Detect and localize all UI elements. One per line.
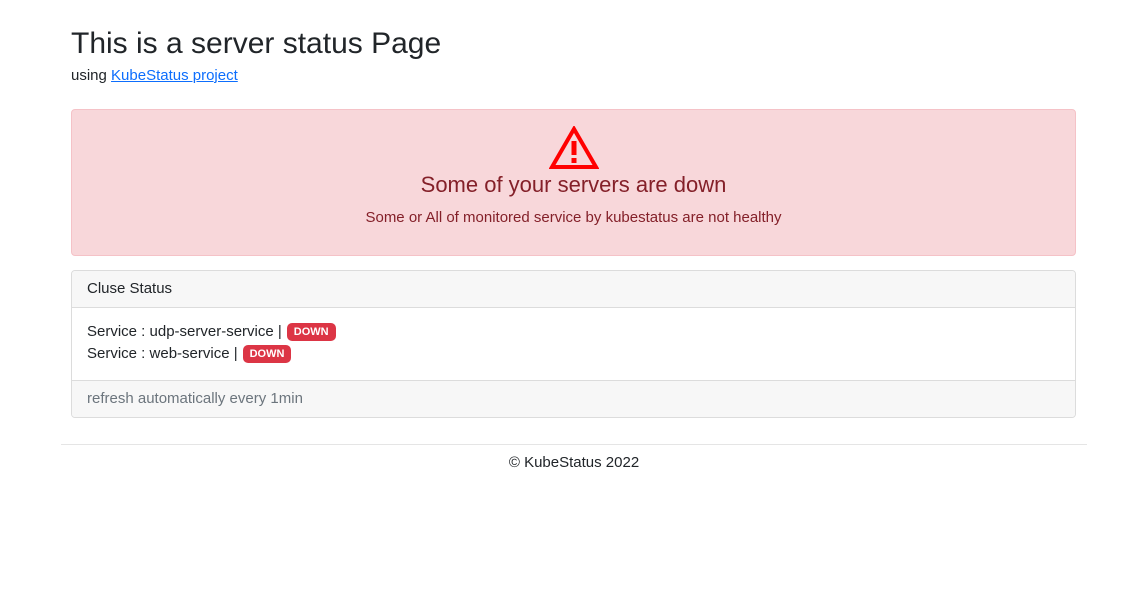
cluster-status-card: Cluse Status Service : udp-server-servic… (71, 270, 1076, 418)
page-footer: © KubeStatus 2022 (61, 444, 1087, 473)
card-header: Cluse Status (72, 271, 1075, 308)
warning-triangle-icon (548, 126, 599, 169)
service-row: Service : web-service | DOWN (87, 343, 1060, 365)
service-label: Service : udp-server-service | (87, 323, 282, 340)
subtitle-prefix: using (71, 67, 107, 84)
kubestatus-project-link[interactable]: KubeStatus project (111, 67, 238, 84)
subtitle: using KubeStatus project (71, 66, 1076, 86)
status-badge: DOWN (286, 323, 336, 341)
servers-down-alert: Some of your servers are down Some or Al… (71, 109, 1076, 256)
copyright-text: © KubeStatus 2022 (508, 454, 640, 471)
alert-heading: Some of your servers are down (420, 172, 727, 197)
service-label: Service : web-service | (87, 345, 238, 362)
card-body: Service : udp-server-service | DOWN Serv… (72, 308, 1075, 380)
page-title: This is a server status Page (71, 27, 442, 60)
service-row: Service : udp-server-service | DOWN (87, 321, 1060, 343)
main-container: This is a server status Page using KubeS… (71, 0, 1076, 418)
card-footer: refresh automatically every 1min (72, 380, 1075, 417)
alert-message: Some or All of monitored service by kube… (365, 209, 782, 226)
status-badge: DOWN (242, 345, 292, 363)
